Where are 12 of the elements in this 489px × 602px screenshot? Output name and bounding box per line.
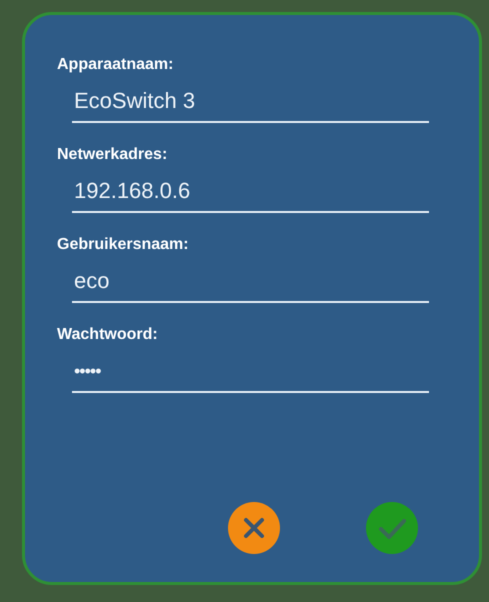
field-label: Apparaatnaam: bbox=[57, 55, 174, 75]
input-field[interactable]: 192.168.0.6 bbox=[72, 177, 429, 213]
input-field[interactable]: EcoSwitch 3 bbox=[72, 87, 429, 123]
password-field[interactable]: ••••• bbox=[72, 357, 429, 393]
confirm-button[interactable] bbox=[366, 502, 418, 554]
field-label: Netwerkadres: bbox=[57, 145, 168, 165]
field-label: Wachtwoord: bbox=[57, 325, 159, 345]
close-icon bbox=[228, 502, 280, 554]
check-icon bbox=[366, 502, 418, 554]
input-field[interactable]: eco bbox=[72, 267, 429, 303]
cancel-button[interactable] bbox=[228, 502, 280, 554]
field-label: Gebruikersnaam: bbox=[57, 235, 190, 255]
